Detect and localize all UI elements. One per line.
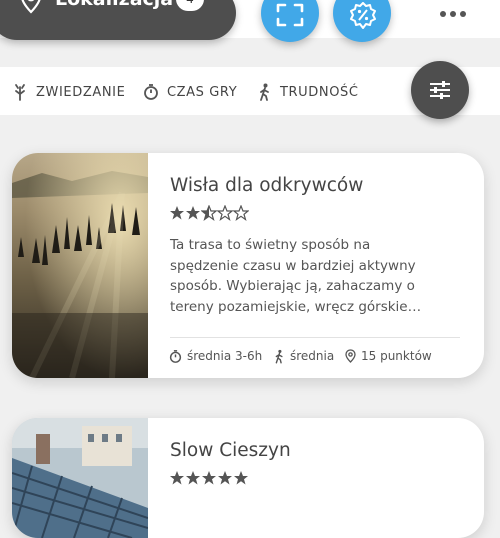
- more-menu-button[interactable]: [440, 8, 468, 22]
- scan-button[interactable]: [261, 0, 319, 42]
- filter-label: TRUDNOŚĆ: [280, 85, 359, 100]
- more-icon: [440, 11, 446, 17]
- star-full-icon: [233, 470, 249, 486]
- star-half-icon: [201, 205, 217, 221]
- discount-button[interactable]: [333, 0, 391, 42]
- location-pin-icon: [345, 349, 356, 363]
- star-full-icon: [185, 205, 201, 221]
- route-thumbnail: [12, 153, 148, 378]
- rating-stars: [169, 205, 249, 221]
- sightseeing-icon: [12, 83, 28, 101]
- route-difficulty: średnia: [274, 348, 334, 364]
- more-icon-dot: [460, 11, 466, 17]
- star-full-icon: [169, 205, 185, 221]
- star-full-icon: [185, 470, 201, 486]
- route-title: Wisła dla odkrywców: [170, 175, 363, 196]
- location-label: Lokalizacja: [55, 0, 173, 10]
- walker-icon: [258, 83, 272, 101]
- star-full-icon: [169, 470, 185, 486]
- divider: [170, 337, 460, 338]
- route-difficulty-label: średnia: [290, 349, 334, 363]
- star-full-icon: [217, 470, 233, 486]
- stopwatch-icon: [143, 83, 159, 101]
- filter-sightseeing[interactable]: ZWIEDZANIE: [12, 83, 125, 101]
- sliders-icon: [428, 78, 452, 102]
- filter-label: ZWIEDZANIE: [36, 85, 125, 100]
- stopwatch-icon: [169, 349, 182, 364]
- top-bar: Lokalizacja 4: [0, 0, 500, 38]
- location-pin-icon: [20, 0, 42, 14]
- route-title: Slow Cieszyn: [170, 440, 291, 461]
- filter-difficulty[interactable]: TRUDNOŚĆ: [258, 83, 359, 101]
- filter-settings-button[interactable]: [411, 61, 469, 119]
- more-icon-dot: [450, 11, 456, 17]
- route-points: 15 punktów: [345, 348, 432, 364]
- route-time-label: średnia 3-6h: [187, 349, 262, 363]
- filter-play-time[interactable]: CZAS GRY: [143, 83, 237, 101]
- route-card[interactable]: Wisła dla odkrywców Ta trasa to świetny …: [12, 153, 484, 378]
- route-card[interactable]: Slow Cieszyn: [12, 418, 484, 538]
- route-thumbnail: [12, 418, 148, 538]
- filter-label: CZAS GRY: [167, 85, 237, 100]
- star-full-icon: [201, 470, 217, 486]
- walker-icon: [274, 349, 285, 364]
- star-empty-icon: [217, 205, 233, 221]
- route-time: średnia 3-6h: [169, 348, 262, 364]
- route-description: Ta trasa to świetny sposób na spędzenie …: [170, 235, 442, 317]
- location-count-badge: 4: [176, 0, 204, 11]
- route-points-label: 15 punktów: [361, 349, 432, 363]
- discount-icon: [348, 2, 378, 30]
- rating-stars: [169, 470, 249, 486]
- star-empty-icon: [233, 205, 249, 221]
- scan-icon: [276, 2, 304, 28]
- location-button[interactable]: Lokalizacja 4: [0, 0, 236, 40]
